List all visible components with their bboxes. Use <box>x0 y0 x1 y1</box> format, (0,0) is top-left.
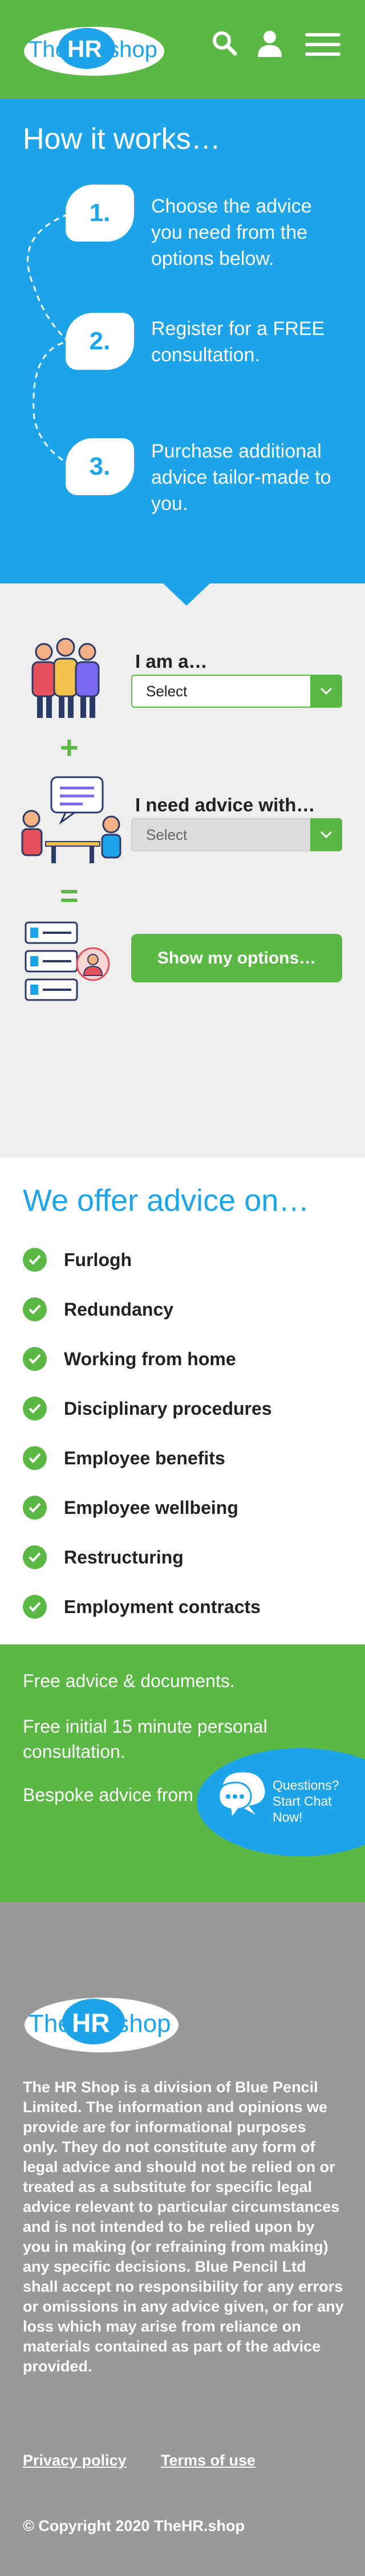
check-icon <box>23 1595 47 1619</box>
check-icon <box>23 1545 47 1569</box>
advice-item-label: Disciplinary procedures <box>64 1398 272 1419</box>
site-logo[interactable]: The HR .shop <box>23 23 165 77</box>
equals-sign: = <box>60 877 79 913</box>
section-notch <box>163 583 210 606</box>
advice-item: Furlogh <box>23 1247 132 1273</box>
need-advice-select-value: Select <box>146 826 188 843</box>
start-chat-button[interactable]: Questions? Start Chat Now! <box>197 1748 365 1856</box>
advice-item-label: Redundancy <box>64 1299 174 1320</box>
advice-item-label: Employee wellbeing <box>64 1497 238 1518</box>
footer-logo[interactable]: The HR .shop <box>23 1992 180 2055</box>
step-2-badge: 2. <box>66 313 134 370</box>
copyright-text: © Copyright 2020 TheHR.shop <box>23 2517 245 2534</box>
advice-item-label: Employee benefits <box>64 1447 225 1468</box>
advice-title: We offer advice on… <box>23 1183 310 1218</box>
advice-item: Employee wellbeing <box>23 1495 238 1521</box>
check-icon <box>23 1397 47 1420</box>
logo-shop: .shop <box>110 2010 171 2038</box>
logo-hr: HR <box>67 35 102 62</box>
legal-disclaimer: The HR Shop is a division of Blue Pencil… <box>23 2079 344 2375</box>
need-advice-label: I need advice with… <box>135 794 315 815</box>
advice-item: Disciplinary procedures <box>23 1395 272 1422</box>
chevron-down-icon[interactable] <box>310 675 342 708</box>
site-header: The HR .shop <box>0 0 365 99</box>
advice-item-label: Furlogh <box>64 1249 132 1270</box>
advice-item: Employee benefits <box>23 1445 225 1471</box>
check-icon <box>23 1446 47 1470</box>
advice-item: Employment contracts <box>23 1594 261 1620</box>
advice-item: Redundancy <box>23 1296 173 1322</box>
options-list-icon <box>20 920 111 1008</box>
menu-icon[interactable] <box>305 33 340 59</box>
terms-of-use-link[interactable]: Terms of use <box>161 2452 256 2469</box>
i-am-label: I am a… <box>135 651 208 672</box>
i-am-select-value: Select <box>146 682 188 700</box>
people-group-icon <box>20 635 111 723</box>
logo-hr: HR <box>72 2008 110 2038</box>
chat-bubbles-icon <box>216 1767 273 1827</box>
plus-sign: + <box>60 729 79 765</box>
need-advice-select[interactable]: Select <box>131 818 342 851</box>
privacy-policy-link[interactable]: Privacy policy <box>23 2452 127 2469</box>
step-1-badge: 1. <box>66 185 134 242</box>
how-it-works-section: How it works… 1. Choose the advice you n… <box>0 99 365 583</box>
show-options-button[interactable]: Show my options… <box>131 934 342 982</box>
step-3-badge: 3. <box>66 438 134 495</box>
logo-the: The <box>29 2010 72 2038</box>
step-2-text: Register for a FREE consultation. <box>151 318 325 366</box>
advice-item-label: Working from home <box>64 1348 236 1369</box>
advice-item: Working from home <box>23 1346 236 1372</box>
check-icon <box>23 1248 47 1272</box>
user-icon[interactable] <box>257 30 283 60</box>
advice-item-label: Employment contracts <box>64 1596 261 1617</box>
i-am-select[interactable]: Select <box>131 675 342 708</box>
check-icon <box>23 1297 47 1321</box>
logo-shop: .shop <box>102 37 157 62</box>
step-1-text: Choose the advice you need from the opti… <box>151 195 312 270</box>
search-icon[interactable] <box>211 30 237 59</box>
logo-the: The <box>29 37 68 62</box>
benefit-free-advice: Free advice & documents. <box>23 1671 235 1691</box>
discussion-icon <box>20 774 123 868</box>
advice-topics-section: We offer advice on… Furlogh Redundancy W… <box>0 1157 365 1644</box>
site-footer: The HR .shop The HR Shop is a division o… <box>0 1902 365 2576</box>
advice-selector-section: I am a… Select + I need advice with… Sel… <box>0 583 365 1157</box>
chevron-down-icon[interactable] <box>310 818 342 851</box>
step-3-text: Purchase additional advice tailor-made t… <box>151 440 331 515</box>
advice-item-label: Restructuring <box>64 1546 184 1567</box>
check-icon <box>23 1496 47 1520</box>
check-icon <box>23 1347 47 1371</box>
chat-label: Questions? Start Chat Now! <box>273 1778 339 1824</box>
advice-item: Restructuring <box>23 1544 184 1570</box>
